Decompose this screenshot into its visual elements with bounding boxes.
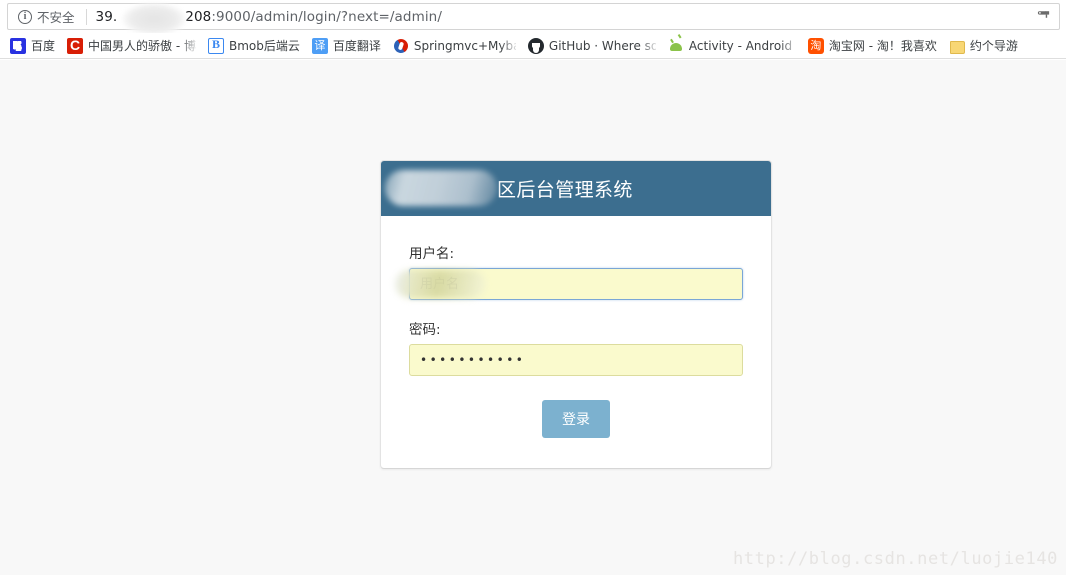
url-prefix: 39. [95, 8, 118, 25]
bookmark-label: 约个导游 [969, 39, 1018, 53]
page-content: 区后台管理系统 用户名: 密码: 登录 http://blog.csdn.net… [0, 60, 1066, 575]
bookmarks-bar[interactable]: 百度 中国男人的骄傲 - 博 Bmob后端云 百度翻译 Springmvc+My… [0, 33, 1066, 59]
url-path: :9000/admin/login/?next=/admin/ [211, 8, 442, 25]
bmob-favicon [207, 37, 224, 54]
url-host-suffix: 208 [185, 8, 212, 25]
baidu-favicon [10, 37, 26, 54]
bookmark-folder-guide[interactable]: 约个导游 [943, 35, 1024, 56]
bookmark-csdn[interactable]: 中国男人的骄傲 - 博 [61, 35, 202, 56]
url-redaction-blur [121, 2, 186, 35]
bookmark-label: 中国男人的骄傲 - 博 [88, 39, 196, 53]
bookmark-label: GitHub · Where soft [548, 38, 656, 53]
bookmark-springmvc[interactable]: Springmvc+Mybatis [387, 35, 522, 56]
username-label: 用户名: [409, 246, 455, 262]
bookmark-label: 百度 [31, 39, 56, 53]
login-panel: 区后台管理系统 用户名: 密码: 登录 [380, 160, 772, 469]
bookmark-taobao[interactable]: 淘宝网 - 淘！我喜欢 [802, 35, 943, 56]
password-label: 密码: [409, 322, 441, 338]
omnibox-row: i 不安全 39. 208:9000/admin/login/?next=/adm… [0, 0, 1066, 35]
url-text[interactable]: 39. 208:9000/admin/login/?next=/admin/ [95, 2, 442, 35]
username-field-wrap [395, 268, 743, 300]
watermark-text: http://blog.csdn.net/luojie140 [732, 549, 1058, 569]
bookmark-github[interactable]: GitHub · Where soft [522, 35, 662, 56]
bookmark-android-activity[interactable]: Activity - Android S [662, 35, 802, 56]
bookmark-label: Springmvc+Mybatis [413, 38, 516, 53]
folder-icon [949, 38, 965, 54]
site-security-chip[interactable]: i 不安全 [8, 4, 84, 29]
springmvc-favicon [393, 38, 409, 54]
bookmark-baidu[interactable]: 百度 [4, 35, 61, 56]
login-panel-header: 区后台管理系统 [381, 161, 771, 216]
login-form: 用户名: 密码: 登录 [381, 216, 771, 468]
baidu-fanyi-favicon [311, 37, 328, 54]
login-submit-button[interactable]: 登录 [542, 400, 610, 438]
omnibox-actions [1036, 7, 1059, 27]
android-favicon [668, 38, 684, 54]
security-status-label: 不安全 [37, 10, 75, 25]
address-bar[interactable]: i 不安全 39. 208:9000/admin/login/?next=/adm… [7, 2, 1060, 35]
bookmark-label: 百度翻译 [332, 39, 381, 53]
omnibox-divider [85, 8, 87, 25]
password-field-wrap [409, 344, 743, 376]
password-input[interactable] [409, 344, 743, 376]
github-favicon [527, 37, 544, 54]
info-circle-icon: i [18, 9, 32, 24]
key-icon[interactable] [1036, 7, 1051, 27]
title-redaction-blur [385, 170, 497, 206]
bookmark-label: 淘宝网 - 淘！我喜欢 [828, 39, 937, 53]
page-title-text: 区后台管理系统 [497, 179, 633, 201]
bookmark-label: Bmob后端云 [228, 39, 300, 53]
csdn-favicon [67, 37, 84, 54]
bookmark-baidu-fanyi[interactable]: 百度翻译 [306, 35, 387, 56]
taobao-favicon [807, 37, 824, 54]
browser-chrome: i 不安全 39. 208:9000/admin/login/?next=/adm… [0, 0, 1066, 59]
username-input[interactable] [409, 268, 743, 300]
login-button-row: 登录 [409, 400, 743, 438]
bookmark-label: Activity - Android S [688, 38, 796, 53]
bookmark-bmob[interactable]: Bmob后端云 [202, 35, 306, 56]
